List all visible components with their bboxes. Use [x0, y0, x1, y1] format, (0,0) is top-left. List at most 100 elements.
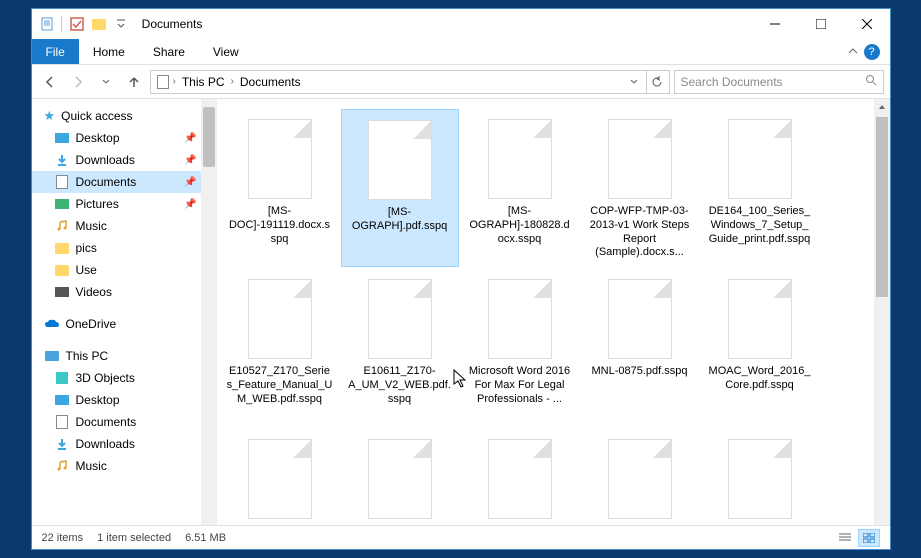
file-item[interactable]: [MS-OGRAPH]-180828.docx.sspq: [461, 109, 579, 267]
file-thumbnail-icon: [608, 119, 672, 199]
address-dropdown-icon[interactable]: [626, 75, 642, 89]
3d-icon: [54, 370, 70, 386]
file-thumbnail-icon: [368, 279, 432, 359]
chevron-right-icon[interactable]: ›: [231, 76, 234, 87]
help-icon[interactable]: ?: [864, 44, 880, 60]
search-icon: [865, 74, 877, 89]
sidebar-item-music[interactable]: Music: [32, 215, 217, 237]
content-scrollbar[interactable]: [874, 99, 890, 525]
thumbnails-view-button[interactable]: [858, 529, 880, 547]
file-item[interactable]: [701, 429, 819, 525]
file-thumbnail-icon: [488, 119, 552, 199]
sidebar-label: Desktop: [76, 393, 120, 407]
file-thumbnail-icon: [488, 439, 552, 519]
sidebar-scrollbar[interactable]: [201, 99, 217, 525]
sidebar-item-desktop[interactable]: Desktop📌: [32, 127, 217, 149]
file-thumbnail-icon: [368, 120, 432, 200]
sidebar-item-pc-downloads[interactable]: Downloads: [32, 433, 217, 455]
sidebar-label: Music: [76, 219, 107, 233]
checkbox-icon[interactable]: [68, 15, 86, 33]
minimize-button[interactable]: [752, 9, 798, 39]
sidebar-item-pictures[interactable]: Pictures📌: [32, 193, 217, 215]
file-item[interactable]: Microsoft Word 2016 For Max For Legal Pr…: [461, 269, 579, 427]
file-item[interactable]: [461, 429, 579, 525]
scroll-up-icon[interactable]: [874, 99, 890, 115]
sidebar-quick-access[interactable]: ★ Quick access: [32, 105, 217, 127]
sidebar-item-videos[interactable]: Videos: [32, 281, 217, 303]
status-size: 6.51 MB: [185, 532, 226, 544]
file-item[interactable]: [341, 429, 459, 525]
sidebar-thispc[interactable]: This PC: [32, 345, 217, 367]
back-button[interactable]: [38, 70, 62, 94]
file-thumbnail-icon: [728, 119, 792, 199]
file-grid[interactable]: [MS-DOC]-191119.docx.sspq [MS-OGRAPH].pdf…: [217, 99, 874, 525]
up-button[interactable]: [122, 70, 146, 94]
file-label: [MS-OGRAPH].pdf.sspq: [346, 206, 454, 234]
file-label: [MS-DOC]-191119.docx.sspq: [225, 205, 335, 246]
sidebar-item-documents[interactable]: Documents📌: [32, 171, 217, 193]
pin-icon: 📌: [184, 155, 196, 166]
sidebar-onedrive[interactable]: OneDrive: [32, 313, 217, 335]
desktop-icon: [54, 392, 70, 408]
navigation-pane: ★ Quick access Desktop📌 Downloads📌 Docum…: [32, 99, 217, 525]
file-item[interactable]: [MS-DOC]-191119.docx.sspq: [221, 109, 339, 267]
file-item[interactable]: MNL-0875.pdf.sspq: [581, 269, 699, 427]
crumb-documents[interactable]: Documents: [236, 75, 305, 89]
file-item[interactable]: MOAC_Word_2016_Core.pdf.sspq: [701, 269, 819, 427]
sidebar-label: This PC: [66, 349, 109, 363]
file-item[interactable]: [MS-OGRAPH].pdf.sspq: [341, 109, 459, 267]
quick-access-toolbar: |: [32, 15, 130, 33]
documents-icon: [54, 414, 70, 430]
crumb-thispc[interactable]: This PC: [178, 75, 229, 89]
tab-view[interactable]: View: [199, 39, 253, 64]
details-view-button[interactable]: [834, 529, 856, 547]
tab-share[interactable]: Share: [139, 39, 199, 64]
refresh-button[interactable]: [646, 70, 670, 94]
forward-button[interactable]: [66, 70, 90, 94]
file-thumbnail-icon: [248, 119, 312, 199]
file-label: E10611_Z170-A_UM_V2_WEB.pdf.sspq: [345, 365, 455, 406]
status-selection: 1 item selected: [97, 532, 171, 544]
scrollbar-thumb[interactable]: [203, 107, 215, 167]
maximize-button[interactable]: [798, 9, 844, 39]
qat-dropdown-icon[interactable]: [112, 15, 130, 33]
documents-icon: [54, 174, 70, 190]
sidebar-item-use[interactable]: Use: [32, 259, 217, 281]
sidebar-item-pc-desktop[interactable]: Desktop: [32, 389, 217, 411]
sidebar-item-pics[interactable]: pics: [32, 237, 217, 259]
desktop-icon: [54, 130, 70, 146]
ribbon-expand-icon[interactable]: [848, 43, 858, 61]
file-item[interactable]: [221, 429, 339, 525]
sidebar-label: Downloads: [76, 437, 135, 451]
file-item[interactable]: COP-WFP-TMP-03-2013-v1 Work Steps Report…: [581, 109, 699, 267]
file-thumbnail-icon: [368, 439, 432, 519]
search-input[interactable]: Search Documents: [674, 70, 884, 94]
new-folder-icon[interactable]: [90, 15, 108, 33]
file-item[interactable]: [581, 429, 699, 525]
scrollbar-thumb[interactable]: [876, 117, 888, 297]
sidebar-label: Documents: [76, 415, 137, 429]
properties-icon[interactable]: [38, 15, 56, 33]
close-button[interactable]: [844, 9, 890, 39]
tab-file[interactable]: File: [32, 39, 79, 64]
status-item-count: 22 items: [42, 532, 84, 544]
sidebar-item-downloads[interactable]: Downloads📌: [32, 149, 217, 171]
file-item[interactable]: DE164_100_Series_Windows_7_Setup_Guide_p…: [701, 109, 819, 267]
videos-icon: [54, 284, 70, 300]
file-item[interactable]: E10527_Z170_Series_Feature_Manual_UM_WEB…: [221, 269, 339, 427]
recent-dropdown-icon[interactable]: [94, 70, 118, 94]
sidebar-label: Videos: [76, 285, 112, 299]
file-label: MOAC_Word_2016_Core.pdf.sspq: [705, 365, 815, 393]
sidebar-item-pc-music[interactable]: Music: [32, 455, 217, 477]
tab-home[interactable]: Home: [79, 39, 139, 64]
file-item[interactable]: E10611_Z170-A_UM_V2_WEB.pdf.sspq: [341, 269, 459, 427]
file-label: E10527_Z170_Series_Feature_Manual_UM_WEB…: [225, 365, 335, 406]
sidebar-item-pc-documents[interactable]: Documents: [32, 411, 217, 433]
sidebar-label: 3D Objects: [76, 371, 135, 385]
breadcrumb[interactable]: › This PC › Documents: [150, 70, 647, 94]
chevron-right-icon[interactable]: ›: [173, 76, 176, 87]
pin-icon: 📌: [184, 177, 196, 188]
sidebar-item-3dobjects[interactable]: 3D Objects: [32, 367, 217, 389]
star-icon: ★: [44, 108, 56, 124]
sidebar-label: Quick access: [61, 109, 132, 123]
